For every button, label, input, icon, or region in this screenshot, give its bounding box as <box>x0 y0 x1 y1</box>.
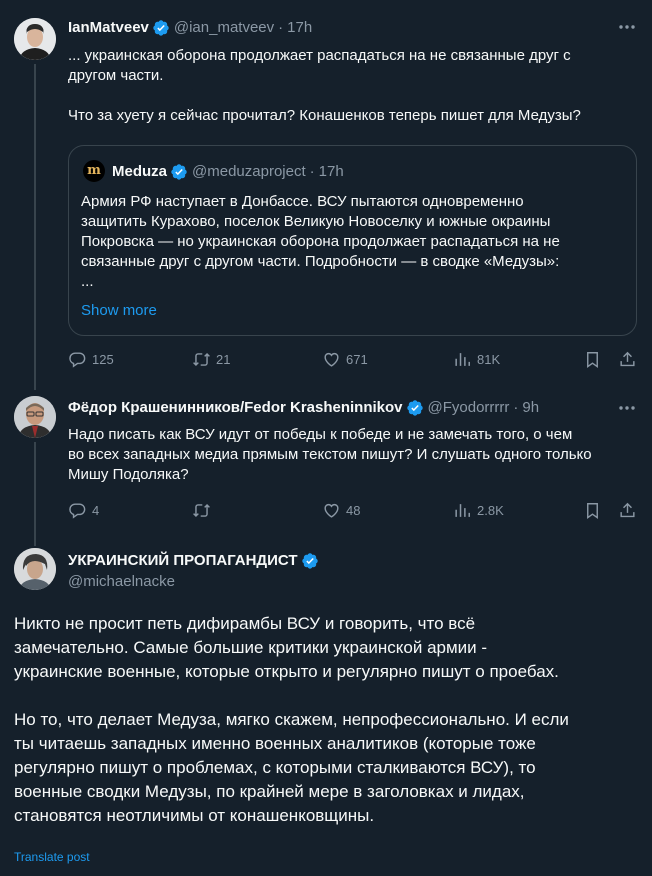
separator-dot: · <box>309 163 315 180</box>
tweet-text: Надо писать как ВСУ идут от победы к поб… <box>68 426 592 483</box>
repost-icon <box>193 352 210 367</box>
translate-post-link[interactable]: Translate post <box>14 850 90 864</box>
views-count: 81K <box>477 352 501 367</box>
views-icon <box>455 504 470 517</box>
author-name[interactable]: Фёдор Крашенинников/Fedor Krasheninnikov <box>68 398 403 418</box>
more-options-icon[interactable] <box>617 398 637 418</box>
views-button[interactable]: 81K <box>453 350 500 369</box>
tweet-header: IanMatveev @ian_matveev · 17h <box>68 18 312 38</box>
tweet-actions: 125 21 671 81K <box>68 350 638 374</box>
verified-badge-icon <box>152 19 170 37</box>
author-name[interactable]: IanMatveev <box>68 18 149 38</box>
repost-button[interactable]: 21 <box>192 350 230 369</box>
like-button[interactable]: 671 <box>322 350 368 369</box>
more-options-icon[interactable] <box>617 17 637 37</box>
like-count: 48 <box>346 503 361 518</box>
verified-badge-icon <box>301 552 319 570</box>
timestamp[interactable]: 9h <box>522 398 539 418</box>
tweet-handle-row: @michaelnacke <box>68 572 175 592</box>
avatar[interactable] <box>14 548 56 590</box>
author-name[interactable]: УКРАИНСКИЙ ПРОПАГАНДИСТ <box>68 551 298 571</box>
tweet-text: Никто не просит петь дифирамбы ВСУ и гов… <box>14 614 569 825</box>
tweet-header: УКРАИНСКИЙ ПРОПАГАНДИСТ <box>68 551 323 571</box>
tweet-header: Фёдор Крашенинников/Fedor Krasheninnikov… <box>68 398 539 418</box>
reply-icon <box>69 352 86 368</box>
thread-line <box>34 442 36 538</box>
reply-button[interactable]: 4 <box>68 501 99 520</box>
thread-line <box>34 382 36 390</box>
verified-badge-icon <box>170 163 188 181</box>
separator-dot: · <box>513 399 519 416</box>
share-icon[interactable] <box>618 501 642 520</box>
share-icon[interactable] <box>618 350 642 369</box>
reply-count: 125 <box>92 352 114 367</box>
tweet-michaelnacke[interactable]: УКРАИНСКИЙ ПРОПАГАНДИСТ @michaelnacke Ни… <box>0 538 652 876</box>
avatar[interactable] <box>14 396 56 438</box>
like-icon <box>324 352 339 367</box>
bookmark-icon[interactable] <box>583 501 607 520</box>
tweet-actions: 4 48 2.8K <box>68 501 638 525</box>
tweet-ian-matveev[interactable]: IanMatveev @ian_matveev · 17h ... украин… <box>0 0 652 382</box>
reply-button[interactable]: 125 <box>68 350 114 369</box>
like-count: 671 <box>346 352 368 367</box>
thread-line <box>34 538 36 546</box>
views-icon <box>455 353 470 366</box>
repost-icon <box>193 503 210 518</box>
repost-count: 21 <box>216 352 231 367</box>
author-handle[interactable]: @Fyodorrrrr <box>428 398 510 418</box>
reply-icon <box>69 503 86 519</box>
verified-badge-icon <box>406 399 424 417</box>
like-button[interactable]: 48 <box>322 501 360 520</box>
meduza-logo: m <box>83 160 105 182</box>
bookmark-icon[interactable] <box>583 350 607 369</box>
views-button[interactable]: 2.8K <box>453 501 504 520</box>
quote-text: Армия РФ наступает в Донбассе. ВСУ пытаю… <box>81 193 560 290</box>
quote-timestamp: 17h <box>318 163 344 180</box>
quote-header: Meduza @meduzaproject · 17h <box>112 162 344 182</box>
reply-count: 4 <box>92 503 100 518</box>
tweet-text: ... украинская оборона продолжает распад… <box>68 47 581 124</box>
quoted-tweet[interactable]: m Meduza @meduzaproject · 17h Армия РФ н… <box>68 145 637 336</box>
separator-dot: · <box>278 19 284 36</box>
author-handle[interactable]: @ian_matveev <box>174 18 274 38</box>
thread-line <box>34 64 36 382</box>
quote-author-handle: @meduzaproject <box>192 163 306 180</box>
like-icon <box>324 503 339 518</box>
repost-button[interactable] <box>192 501 216 520</box>
avatar[interactable] <box>14 18 56 60</box>
author-handle[interactable]: @michaelnacke <box>68 572 175 592</box>
show-more-link[interactable]: Show more <box>81 302 157 319</box>
tweet-fedor-krasheninnikov[interactable]: Фёдор Крашенинников/Fedor Krasheninnikov… <box>0 382 652 538</box>
views-count: 2.8K <box>477 503 504 518</box>
timestamp[interactable]: 17h <box>287 18 312 38</box>
quote-author-name: Meduza <box>112 163 168 180</box>
